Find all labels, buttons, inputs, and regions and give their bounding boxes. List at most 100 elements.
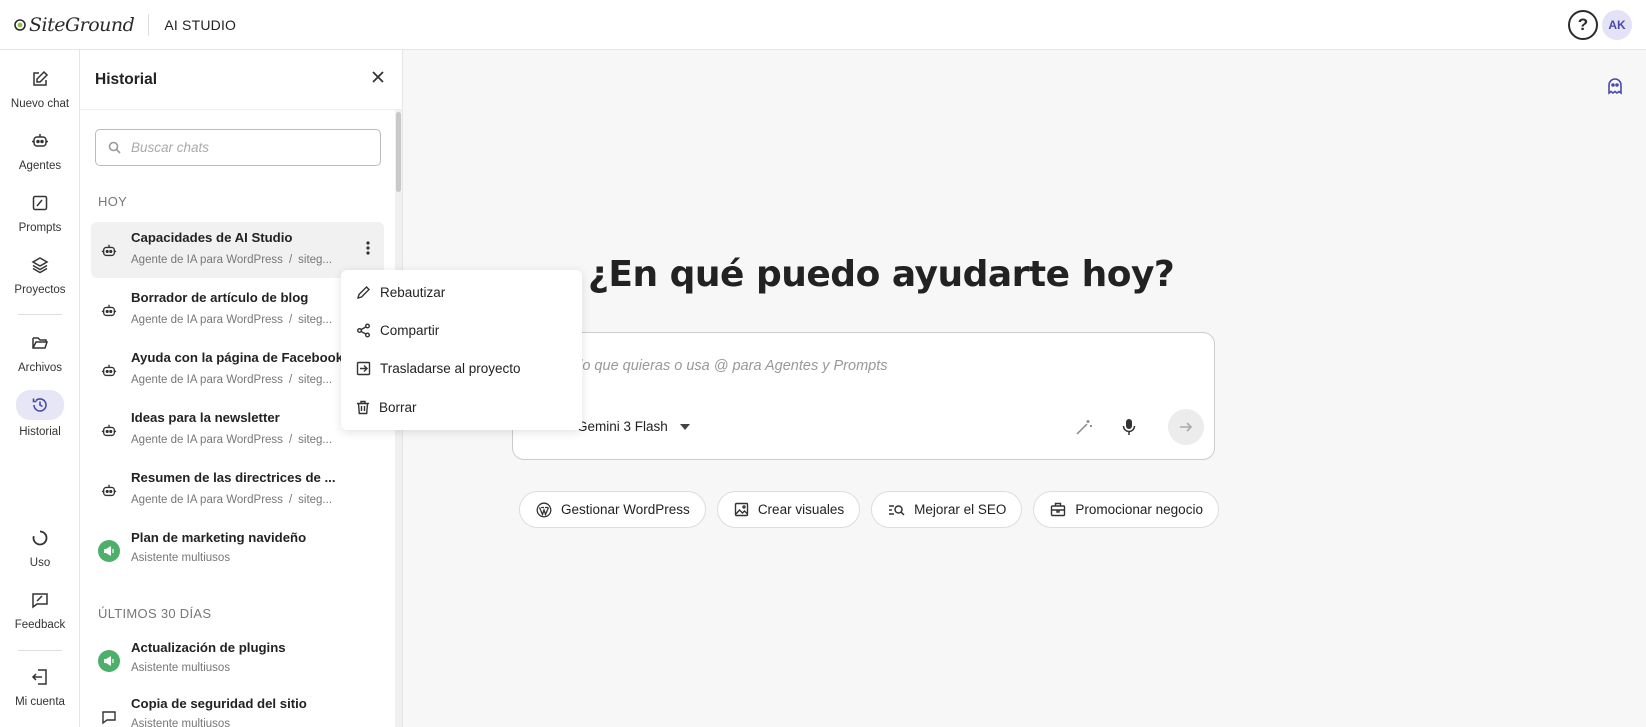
rail-item-uso[interactable]: Uso xyxy=(0,525,80,569)
robot-icon xyxy=(24,128,56,154)
siteground-logo-icon xyxy=(14,18,26,31)
separator: / xyxy=(288,314,293,326)
chat-item[interactable]: Copia de seguridad del sitio Asistente m… xyxy=(91,688,384,727)
search-input[interactable] xyxy=(131,140,361,155)
icon-rail: Nuevo chat Agentes Prompts Proyectos Arc… xyxy=(0,50,80,727)
menu-item-rebautizar[interactable]: Rebautizar xyxy=(356,285,445,300)
model-label: Gemini 3 Flash xyxy=(577,419,668,434)
image-icon xyxy=(734,502,749,517)
scrollbar-thumb[interactable] xyxy=(396,112,401,192)
avatar[interactable]: AK xyxy=(1602,10,1632,40)
section-label-hoy: HOY xyxy=(98,194,128,209)
history-title: Historial xyxy=(95,71,158,88)
chat-item[interactable]: Capacidades de AI Studio Agente de IA pa… xyxy=(91,222,384,278)
chip-gestionar-wordpress[interactable]: Gestionar WordPress xyxy=(519,491,706,528)
history-panel-header: Historial xyxy=(80,50,402,110)
ghost-icon[interactable] xyxy=(1606,77,1624,95)
rail-item-agentes[interactable]: Agentes xyxy=(0,128,80,172)
menu-item-label: Rebautizar xyxy=(380,285,446,300)
robot-icon xyxy=(98,360,120,382)
rail-item-mi-cuenta[interactable]: Mi cuenta xyxy=(0,664,80,708)
share-icon xyxy=(357,323,370,338)
arrow-right-icon xyxy=(1180,422,1193,432)
chat-subtitle: Agente de IA para WordPress / siteg... xyxy=(131,434,332,446)
chat-site: siteg... xyxy=(298,374,333,386)
menu-item-trasladarse[interactable]: Trasladarse al proyecto xyxy=(356,361,521,376)
menu-item-label: Trasladarse al proyecto xyxy=(380,361,521,376)
chat-item[interactable]: Plan de marketing navideño Asistente mul… xyxy=(91,522,384,578)
suggestion-chips: Gestionar WordPress Crear visuales Mejor… xyxy=(519,491,1219,528)
chip-label: Promocionar negocio xyxy=(1075,502,1203,517)
context-menu: Rebautizar Compartir Trasladarse al proy… xyxy=(341,270,582,430)
chip-mejorar-seo[interactable]: Mejorar el SEO xyxy=(871,491,1023,528)
megaphone-icon xyxy=(98,540,120,562)
seo-search-icon xyxy=(889,504,905,516)
chat-site: siteg... xyxy=(298,254,333,266)
chat-subtitle: Asistente multiusos xyxy=(131,662,231,674)
composer-input[interactable]: ta lo que quieras o usa @ para Agentes y… xyxy=(563,358,888,374)
megaphone-icon xyxy=(98,650,120,672)
section-label-ultimos-30-dias: ÚLTIMOS 30 DÍAS xyxy=(98,606,212,621)
top-bar: SiteGround AI STUDIO ? AK xyxy=(0,0,1646,50)
search-box[interactable] xyxy=(95,129,381,166)
trash-icon xyxy=(357,400,369,415)
siteground-logo[interactable]: SiteGround xyxy=(14,13,135,36)
chat-subtitle: Agente de IA para WordPress / siteg... xyxy=(131,374,332,386)
close-icon[interactable] xyxy=(371,70,385,84)
rail-item-label: Uso xyxy=(29,557,51,569)
microphone-icon[interactable] xyxy=(1122,418,1136,436)
logo-text: SiteGround xyxy=(29,13,135,36)
rail-item-nuevo-chat[interactable]: Nuevo chat xyxy=(0,66,80,110)
search-icon xyxy=(108,141,121,154)
rail-item-historial[interactable]: Historial xyxy=(0,390,80,438)
rail-item-proyectos[interactable]: Proyectos xyxy=(0,252,80,296)
chat-subtitle: Asistente multiusos xyxy=(131,552,231,564)
chat-item[interactable]: Resumen de las directrices de ... Agente… xyxy=(91,462,384,518)
rail-item-label: Mi cuenta xyxy=(15,696,65,708)
menu-item-compartir[interactable]: Compartir xyxy=(356,323,439,338)
feedback-icon xyxy=(24,587,56,613)
chat-bubble-icon xyxy=(98,706,120,727)
chat-agent: Agente de IA para WordPress xyxy=(131,314,283,326)
prompt-icon xyxy=(24,190,56,216)
page-heading: ¿En qué puedo ayudarte hoy? xyxy=(588,254,1175,295)
robot-icon xyxy=(98,420,120,442)
rail-item-label: Nuevo chat xyxy=(10,98,70,110)
rail-item-feedback[interactable]: Feedback xyxy=(0,587,80,631)
separator: / xyxy=(288,254,293,266)
chat-item[interactable]: Actualización de plugins Asistente multi… xyxy=(91,632,384,688)
separator: / xyxy=(288,374,293,386)
chat-site: siteg... xyxy=(298,314,333,326)
topbar-divider xyxy=(148,13,150,36)
chat-title: Capacidades de AI Studio xyxy=(131,230,293,245)
rail-item-label: Proyectos xyxy=(14,284,66,296)
chat-agent: Agente de IA para WordPress xyxy=(131,374,283,386)
usage-icon xyxy=(24,525,56,551)
chat-composer[interactable]: ta lo que quieras o usa @ para Agentes y… xyxy=(512,332,1215,460)
edit-icon xyxy=(24,66,56,92)
chevron-down-icon xyxy=(679,423,690,430)
menu-item-borrar[interactable]: Borrar xyxy=(356,400,417,415)
chip-label: Gestionar WordPress xyxy=(561,502,690,517)
model-select[interactable]: Gemini 3 Flash xyxy=(577,419,690,434)
logout-icon xyxy=(24,664,56,690)
pencil-icon xyxy=(356,286,370,300)
chip-label: Mejorar el SEO xyxy=(914,502,1007,517)
magic-wand-icon[interactable] xyxy=(1075,418,1093,436)
rail-item-archivos[interactable]: Archivos xyxy=(0,330,80,374)
chat-title: Plan de marketing navideño xyxy=(131,530,307,545)
send-button[interactable] xyxy=(1168,409,1204,445)
more-vertical-icon[interactable] xyxy=(366,241,370,255)
help-icon: ? xyxy=(1577,15,1589,34)
chat-title: Resumen de las directrices de ... xyxy=(131,470,336,485)
rail-item-label: Archivos xyxy=(17,362,63,374)
chat-site: siteg... xyxy=(298,494,333,506)
chip-crear-visuales[interactable]: Crear visuales xyxy=(716,491,861,528)
menu-item-label: Borrar xyxy=(379,400,417,415)
chip-promocionar-negocio[interactable]: Promocionar negocio xyxy=(1033,491,1219,528)
main-area: ¿En qué puedo ayudarte hoy? ta lo que qu… xyxy=(403,50,1646,727)
help-button[interactable]: ? xyxy=(1568,10,1598,40)
separator: / xyxy=(288,434,293,446)
rail-item-prompts[interactable]: Prompts xyxy=(0,190,80,234)
chat-subtitle: Agente de IA para WordPress / siteg... xyxy=(131,254,332,266)
